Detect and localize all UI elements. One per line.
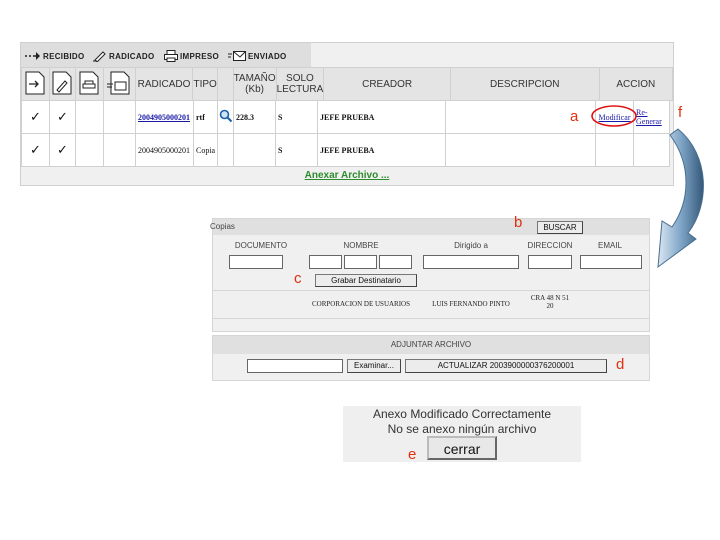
col-documento: DOCUMENTO [234,241,288,250]
send-doc-icon [107,71,130,94]
col-icon [216,67,234,101]
tab-enviado[interactable]: ENVIADO [228,48,287,64]
message-line-1: Anexo Modificado Correctamente [372,407,552,421]
empty-cell [217,133,234,167]
empty-cell [75,133,104,167]
tipo-cell: Copia [193,133,218,167]
check-cell[interactable]: ✓ [21,100,50,134]
file-path-input[interactable] [247,359,343,373]
empty-cell [103,133,136,167]
empty-cell [75,100,104,134]
col-dirigido: Dirigido a [454,241,488,250]
message-line-2: No se anexo ningún archivo [387,422,537,436]
tamano-cell [233,133,276,167]
adjuntar-panel: ADJUNTAR ARCHIVO Examinar... ACTUALIZAR … [212,335,650,381]
actualizar-button[interactable]: ACTUALIZAR 2003900000376200001 [405,359,607,373]
send-doc-icon-cell[interactable] [102,67,136,101]
marker-b: b [514,214,523,231]
check-cell[interactable]: ✓ [49,100,76,134]
result-dirigido: LUIS FERNANDO PINTO [432,300,510,308]
curved-arrow-icon [657,128,704,269]
result-nombre: CORPORACION DE USUARIOS [311,300,410,308]
copias-title: Copias [210,222,235,231]
highlight-ellipse [591,105,637,127]
email-input[interactable] [580,255,642,269]
marker-a: a [570,108,579,125]
nombre-input-3[interactable] [379,255,412,269]
envelope-icon [228,51,246,61]
creador-cell: JEFE PRUEBA [317,133,446,167]
status-tabs: RECIBIDO RADICADO IMPRESO ENVIADO [21,43,311,67]
magnifier-icon[interactable] [219,109,233,123]
col-solo-lectura: SOLO LECTURA [275,67,325,101]
col-creador: CREADOR [323,67,451,101]
empty-cell [595,133,634,167]
solo-cell: S [275,133,318,167]
marker-e: e [408,446,417,463]
examinar-button[interactable]: Examinar... [347,359,401,373]
printer-icon [164,50,178,62]
print-doc-icon-cell[interactable] [74,67,104,101]
pencil-icon [93,50,107,62]
search-cell[interactable] [217,100,234,134]
nombre-input-1[interactable] [309,255,342,269]
marker-c: c [294,270,302,287]
copias-panel: Copias BUSCAR DOCUMENTO NOMBRE Dirigido … [210,218,650,332]
check-cell[interactable]: ✓ [21,133,50,167]
copias-title-bar: Copias [210,219,649,235]
radicado-link[interactable]: 2004905000201 [138,113,190,122]
tab-impreso[interactable]: IMPRESO [164,48,219,64]
documento-input[interactable] [229,255,283,269]
radicado-cell: 2004905000201 [135,133,194,167]
creador-cell: JEFE PRUEBA [317,100,446,134]
marker-f: f [678,104,683,121]
direccion-input[interactable] [528,255,572,269]
tab-recibido[interactable]: RECIBIDO [25,48,85,64]
empty-cell [103,100,136,134]
adjuntar-title: ADJUNTAR ARCHIVO [213,336,649,354]
print-doc-icon [79,71,99,94]
result-direccion: CRA 48 N 51 20 [530,294,570,310]
col-tipo: TIPO [192,67,218,101]
regenerar-link-line1[interactable]: Re- [636,108,669,117]
tipo-cell: rtf [193,100,218,134]
col-nombre: NOMBRE [343,241,379,250]
nombre-input-2[interactable] [344,255,377,269]
anexar-archivo-link[interactable]: Anexar Archivo ... [21,167,673,185]
descripcion-cell [445,133,596,167]
move-doc-icon-cell[interactable] [21,67,50,101]
documents-table-header: RADICADO TIPO TAMAÑO (Kb) SOLO LECTURA CRE… [21,67,674,101]
move-doc-icon [25,71,45,94]
cerrar-button[interactable]: cerrar [427,436,497,460]
col-radicado: RADICADO [134,67,194,101]
buscar-button[interactable]: BUSCAR [537,221,583,234]
sign-doc-icon-cell[interactable] [48,67,76,101]
col-email: EMAIL [597,241,622,250]
grabar-destinatario-button[interactable]: Grabar Destinatario [315,274,417,287]
solo-cell: S [275,100,318,134]
message-panel: Anexo Modificado Correctamente No se ane… [343,406,581,462]
tamano-cell: 228.3 [233,100,276,134]
check-cell[interactable]: ✓ [49,133,76,167]
radicado-cell[interactable]: 2004905000201 [135,100,194,134]
table-row: ✓ ✓ 2004905000201 Copia S JEFE PRUEBA [21,133,670,167]
col-accion: ACCION [598,67,674,101]
marker-d: d [616,356,625,373]
col-direccion: DIRECCION [527,241,573,250]
tab-radicado[interactable]: RADICADO [93,48,155,64]
arrow-icon [25,51,41,61]
dirigido-input[interactable] [423,255,519,269]
sign-doc-icon [52,71,72,94]
col-tamano: TAMAÑO (Kb) [232,67,277,101]
col-descripcion: DESCRIPCION [449,67,600,101]
